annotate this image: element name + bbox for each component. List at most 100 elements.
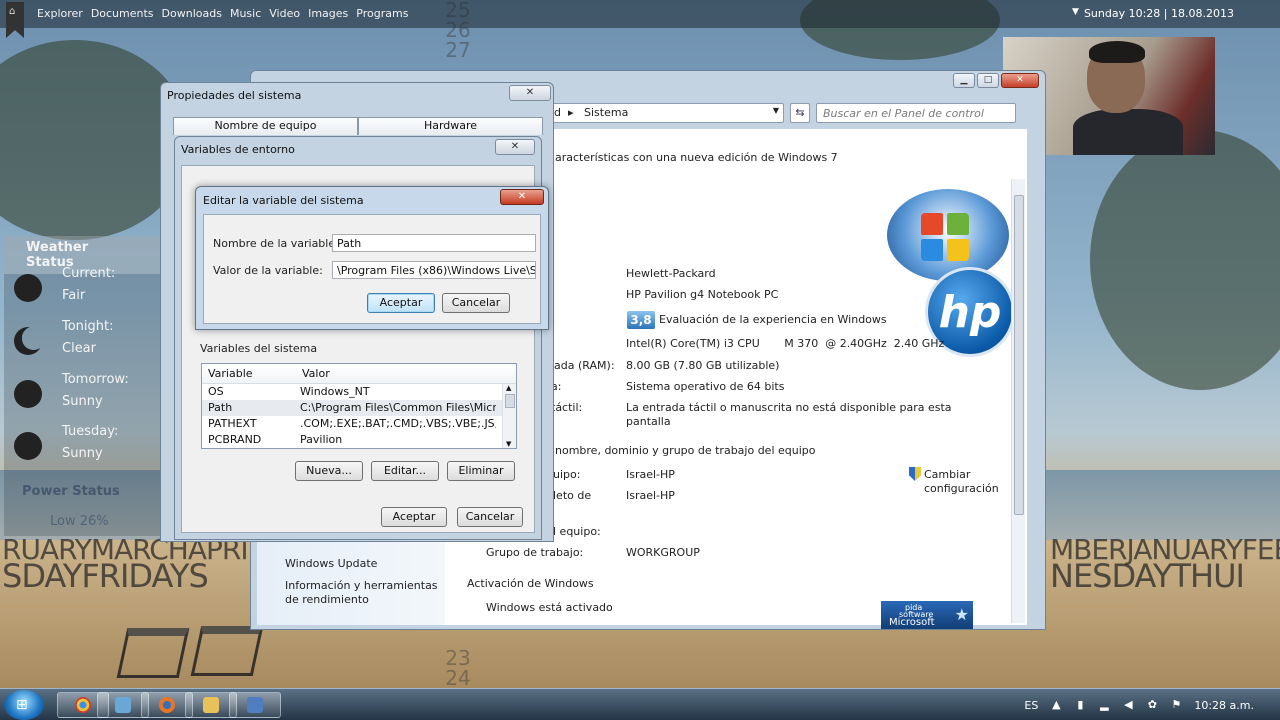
address-path[interactable]: d ▸ Sistema ▼ — [549, 103, 784, 123]
taskbar-control-panel[interactable] — [229, 692, 281, 718]
delete-variable-button[interactable]: Eliminar — [447, 461, 515, 481]
close-button[interactable]: ✕ — [1001, 73, 1039, 88]
manufacturer-value: Hewlett-Packard — [626, 267, 716, 280]
table-row[interactable]: Path C:\Program Files\Common Files\Micro… — [202, 400, 516, 416]
ram-label: lada (RAM): — [551, 359, 615, 372]
chevron-up-icon[interactable]: ▲ — [1050, 699, 1062, 711]
experience-index-link[interactable]: Evaluación de la experiencia en Windows — [659, 313, 887, 326]
scrollbar-thumb[interactable] — [505, 394, 515, 408]
edit-variable-button[interactable]: Editar... — [371, 461, 439, 481]
performance-tools-link[interactable]: Información y herramientas de rendimient… — [285, 579, 445, 607]
system-variables-list[interactable]: Variable Valor OS Windows_NT Path C:\Pro… — [201, 363, 517, 449]
touch-value-2: pantalla — [626, 415, 671, 428]
maximize-button[interactable]: □ — [977, 73, 999, 88]
top-nav: Explorer Documents Downloads Music Video… — [37, 7, 408, 20]
network-icon[interactable]: ▂ — [1098, 699, 1110, 711]
cancel-button[interactable]: Cancelar — [457, 507, 523, 527]
start-button[interactable]: ⊞ — [4, 690, 44, 720]
nav-video[interactable]: Video — [269, 7, 300, 20]
table-row[interactable]: PATHEXT .COM;.EXE;.BAT;.CMD;.VBS;.VBE;.J… — [202, 416, 516, 432]
minimize-button[interactable]: ▁ — [953, 73, 975, 88]
activation-section: Activación de Windows — [467, 577, 594, 590]
edit-system-variable-dialog: Editar la variable del sistema ✕ Nombre … — [195, 186, 549, 330]
tab-hardware[interactable]: Hardware — [358, 117, 543, 135]
system-tray: ES ▲ ▮ ▂ ◀ ✿ ⚑ 10:28 a.m. — [1024, 689, 1280, 720]
workgroup-value: WORKGROUP — [626, 546, 700, 559]
home-icon[interactable]: ⌂ — [6, 2, 24, 38]
taskbar-clock[interactable]: 10:28 a.m. — [1194, 699, 1254, 712]
battery-icon[interactable]: ▮ — [1074, 699, 1086, 711]
close-button[interactable]: ✕ — [495, 139, 535, 155]
table-row[interactable]: PCBRAND Pavilion — [202, 432, 516, 448]
star-icon: ★ — [954, 605, 969, 624]
refresh-icon[interactable]: ⇆ — [790, 103, 810, 123]
tab-computer-name[interactable]: Nombre de equipo — [173, 117, 358, 135]
column-header-value[interactable]: Valor — [296, 364, 496, 383]
weather-value: Sunny — [62, 446, 103, 461]
experience-score-badge[interactable]: 3,8 — [627, 311, 655, 329]
calendar-days-right: NESDAYTHUI — [1050, 557, 1245, 595]
table-row[interactable]: OS Windows_NT — [202, 384, 516, 400]
workgroup-label: Grupo de trabajo: — [486, 546, 584, 559]
scroll-up-icon[interactable]: ▲ — [506, 384, 511, 392]
processor-value: Intel(R) Core(TM) i3 CPU M 370 @ 2.40GHz… — [626, 337, 945, 350]
vertical-scrollbar[interactable] — [1011, 179, 1025, 623]
tab-strip: Nombre de equipo Hardware — [173, 117, 543, 135]
close-button[interactable]: ✕ — [500, 189, 544, 205]
breadcrumb-arrow-icon: ▸ — [568, 106, 574, 119]
change-settings-link[interactable]: Cambiar — [924, 468, 970, 481]
list-scrollbar[interactable]: ▲ ▼ — [502, 384, 516, 448]
weather-label: Tonight: — [62, 319, 114, 334]
beach-chair — [116, 628, 190, 678]
computer-name-label: uipo: — [553, 468, 581, 481]
weather-label: Current: — [62, 266, 116, 281]
dropdown-arrow-icon[interactable]: ▼ — [1072, 7, 1079, 17]
taskbar: ⊞ ES ▲ ▮ ▂ ◀ ✿ ⚑ 10:28 a.m. — [0, 688, 1280, 720]
nav-music[interactable]: Music — [230, 7, 261, 20]
top-bar: ⌂ Explorer Documents Downloads Music Vid… — [0, 0, 1280, 38]
chevron-down-icon[interactable]: ▼ — [773, 106, 779, 115]
nav-images[interactable]: Images — [308, 7, 348, 20]
cell-variable: PATHEXT — [208, 417, 257, 430]
moon-icon — [14, 327, 42, 355]
scrollbar-thumb[interactable] — [1014, 195, 1024, 515]
nav-explorer[interactable]: Explorer — [37, 7, 83, 20]
volume-icon[interactable]: ◀ — [1122, 699, 1134, 711]
description-label: l equipo: — [553, 525, 601, 538]
windows-update-link[interactable]: Windows Update — [285, 557, 377, 570]
change-settings-link-2[interactable]: configuración — [924, 482, 999, 495]
cell-value: .COM;.EXE;.BAT;.CMD;.VBS;.VBE;.JS;.... — [300, 417, 496, 430]
weather-row-tonight: Tonight: Clear — [14, 317, 164, 365]
ok-button[interactable]: Aceptar — [381, 507, 447, 527]
webcam-person-body — [1073, 109, 1183, 155]
nav-programs[interactable]: Programs — [356, 7, 408, 20]
partly-cloudy-icon — [14, 274, 42, 302]
topbar-datetime: Sunday 10:28 | 18.08.2013 — [1083, 7, 1234, 20]
calendar-days-left: SDAYFRIDAYS — [2, 557, 209, 595]
beach-chair — [190, 626, 264, 676]
nav-documents[interactable]: Documents — [91, 7, 154, 20]
calendar-digits-bottom: 23 24 — [445, 646, 471, 690]
cell-variable: PCBRAND — [208, 433, 262, 446]
column-header-variable[interactable]: Variable — [202, 364, 296, 383]
cell-variable: OS — [208, 385, 224, 398]
language-indicator[interactable]: ES — [1024, 699, 1038, 712]
model-value: HP Pavilion g4 Notebook PC — [626, 288, 779, 301]
flag-icon[interactable]: ⚑ — [1170, 699, 1182, 711]
scroll-down-icon[interactable]: ▼ — [506, 440, 511, 448]
upgrade-link[interactable]: aracterísticas con una nueva edición de … — [555, 151, 838, 164]
variable-name-field[interactable]: Path — [332, 234, 536, 252]
address-bar: d ▸ Sistema ▼ ⇆ Buscar en el Panel de co… — [549, 103, 1033, 125]
sun-icon — [14, 380, 42, 408]
sync-icon[interactable]: ✿ — [1146, 699, 1158, 711]
ok-button[interactable]: Aceptar — [367, 293, 435, 313]
search-input[interactable]: Buscar en el Panel de control — [816, 103, 1016, 123]
full-name-label: leto de — [553, 489, 592, 502]
nav-downloads[interactable]: Downloads — [162, 7, 222, 20]
close-button[interactable]: ✕ — [509, 85, 551, 101]
variable-value-field[interactable]: \Program Files (x86)\Windows Live\Shared — [332, 261, 536, 279]
address-prefix: d — [554, 106, 561, 119]
cancel-button[interactable]: Cancelar — [442, 293, 510, 313]
breadcrumb-sistema[interactable]: Sistema — [584, 106, 628, 119]
new-variable-button[interactable]: Nueva... — [295, 461, 363, 481]
